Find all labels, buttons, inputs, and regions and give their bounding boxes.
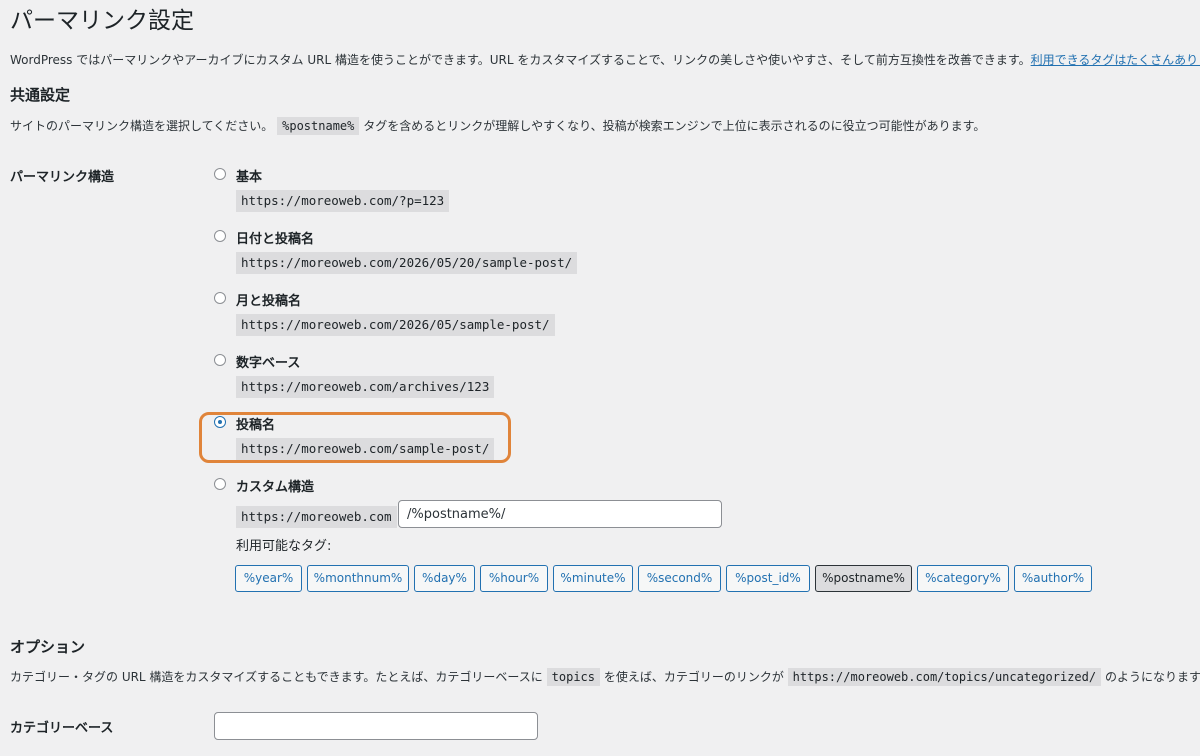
example-url-day-name: https://moreoweb.com/2026/05/20/sample-p… (236, 252, 578, 274)
tag-button-hour[interactable]: %hour% (480, 565, 548, 592)
radio-day-name[interactable] (214, 230, 226, 242)
custom-structure-input[interactable] (398, 500, 722, 528)
tag-button-monthnum[interactable]: %monthnum% (307, 565, 409, 592)
custom-url-prefix: https://moreoweb.com (236, 506, 397, 528)
option-label-numeric: 数字ベース (236, 356, 301, 371)
intro-description: WordPress ではパーマリンクやアーカイブにカスタム URL 構造を使うこ… (10, 53, 1031, 67)
example-url-numeric: https://moreoweb.com/archives/123 (236, 376, 495, 398)
options-desc-part-1: カテゴリー・タグの URL 構造をカスタマイズすることもできます。たとえば、カテ… (10, 670, 543, 684)
options-heading: オプション (10, 638, 86, 656)
tag-button-author[interactable]: %author% (1014, 565, 1092, 592)
available-tags-link[interactable]: 利用できるタグはたくさんありま (1031, 53, 1200, 67)
available-tags-label: 利用可能なタグ: (236, 539, 332, 554)
tag-button-postname[interactable]: %postname% (815, 565, 912, 592)
example-url-basic: https://moreoweb.com/?p=123 (236, 190, 450, 212)
page-title: パーマリンク設定 (10, 8, 194, 34)
option-label-basic: 基本 (236, 170, 263, 185)
common-desc-after: タグを含めるとリンクが理解しやすくなり、投稿が検索エンジンで上位に表示されるのに… (363, 119, 986, 133)
topics-code: topics (546, 668, 600, 686)
options-desc-part-2: を使えば、カテゴリーのリンクが (603, 670, 784, 684)
tag-button-year[interactable]: %year% (235, 565, 302, 592)
postname-code: %postname% (277, 117, 360, 135)
permalink-structure-label: パーマリンク構造 (10, 170, 115, 185)
radio-numeric[interactable] (214, 354, 226, 366)
option-label-month-name: 月と投稿名 (236, 294, 302, 309)
option-label-day-name: 日付と投稿名 (236, 232, 315, 247)
radio-custom[interactable] (214, 478, 226, 490)
category-base-label: カテゴリーベース (10, 721, 114, 736)
tag-button-day[interactable]: %day% (414, 565, 475, 592)
common-settings-heading: 共通設定 (10, 86, 71, 104)
radio-basic[interactable] (214, 168, 226, 180)
intro-text: WordPress ではパーマリンクやアーカイブにカスタム URL 構造を使うこ… (10, 51, 1200, 69)
options-description: カテゴリー・タグの URL 構造をカスタマイズすることもできます。たとえば、カテ… (10, 668, 1200, 686)
tag-button-second[interactable]: %second% (638, 565, 721, 592)
tag-button-minute[interactable]: %minute% (553, 565, 633, 592)
option-label-custom: カスタム構造 (236, 480, 315, 495)
category-base-input[interactable] (214, 712, 538, 740)
common-desc-before: サイトのパーマリンク構造を選択してください。 (10, 119, 274, 133)
tag-button-post-id[interactable]: %post_id% (726, 565, 810, 592)
example-url-month-name: https://moreoweb.com/2026/05/sample-post… (236, 314, 555, 336)
category-url-code: https://moreoweb.com/topics/uncategorize… (787, 668, 1102, 686)
common-settings-description: サイトのパーマリンク構造を選択してください。 %postname% タグを含める… (10, 117, 985, 135)
radio-month-name[interactable] (214, 292, 226, 304)
tag-button-category[interactable]: %category% (917, 565, 1009, 592)
highlight-annotation (199, 412, 511, 463)
options-desc-part-3: のようになります。 (1104, 670, 1200, 684)
